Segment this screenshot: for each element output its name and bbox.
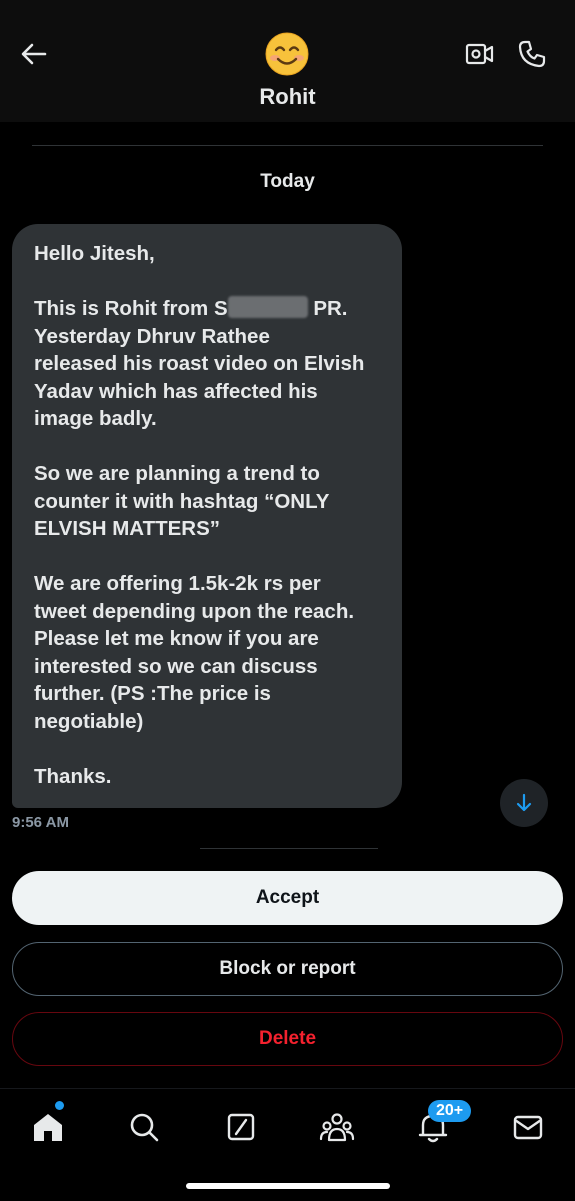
divider xyxy=(32,145,543,146)
accept-button[interactable]: Accept xyxy=(12,871,563,925)
delete-button[interactable]: Delete xyxy=(12,1012,563,1066)
message-paragraph-3: We are offering 1.5k-2k rs per tweet dep… xyxy=(34,572,355,733)
message-signoff: Thanks. xyxy=(34,764,112,788)
home-indicator[interactable] xyxy=(186,1183,390,1189)
messages-icon[interactable] xyxy=(508,1107,548,1147)
date-separator: Today xyxy=(260,171,315,192)
home-unread-dot xyxy=(55,1101,64,1110)
message-greeting: Hello Jitesh, xyxy=(34,242,155,265)
phone-icon[interactable] xyxy=(516,38,548,70)
avatar[interactable] xyxy=(265,32,309,76)
divider xyxy=(200,848,378,849)
arrow-down-icon xyxy=(516,793,532,812)
block-or-report-button[interactable]: Block or report xyxy=(12,942,563,996)
video-camera-icon[interactable] xyxy=(463,38,495,70)
page-title[interactable]: Rohit xyxy=(0,84,575,110)
notification-badge: 20+ xyxy=(428,1100,472,1122)
grok-icon[interactable] xyxy=(221,1107,261,1147)
search-icon[interactable] xyxy=(124,1107,164,1147)
conversation-header: Rohit xyxy=(0,0,575,122)
message-paragraph-2: So we are planning a trend to counter it… xyxy=(34,462,330,540)
message-timestamp: 9:56 AM xyxy=(12,814,69,831)
communities-icon[interactable] xyxy=(317,1107,357,1147)
scroll-to-bottom-button[interactable] xyxy=(500,779,548,827)
arrow-left-icon[interactable] xyxy=(18,38,50,70)
redacted-text xyxy=(227,296,308,318)
home-icon[interactable] xyxy=(28,1107,68,1147)
message-bubble[interactable]: Hello Jitesh, This is Rohit from S PR. Y… xyxy=(12,224,402,808)
message-text: This is Rohit from S xyxy=(34,297,228,320)
message-paragraph-1: This is Rohit from S PR. Yesterday Dhruv… xyxy=(34,295,382,433)
